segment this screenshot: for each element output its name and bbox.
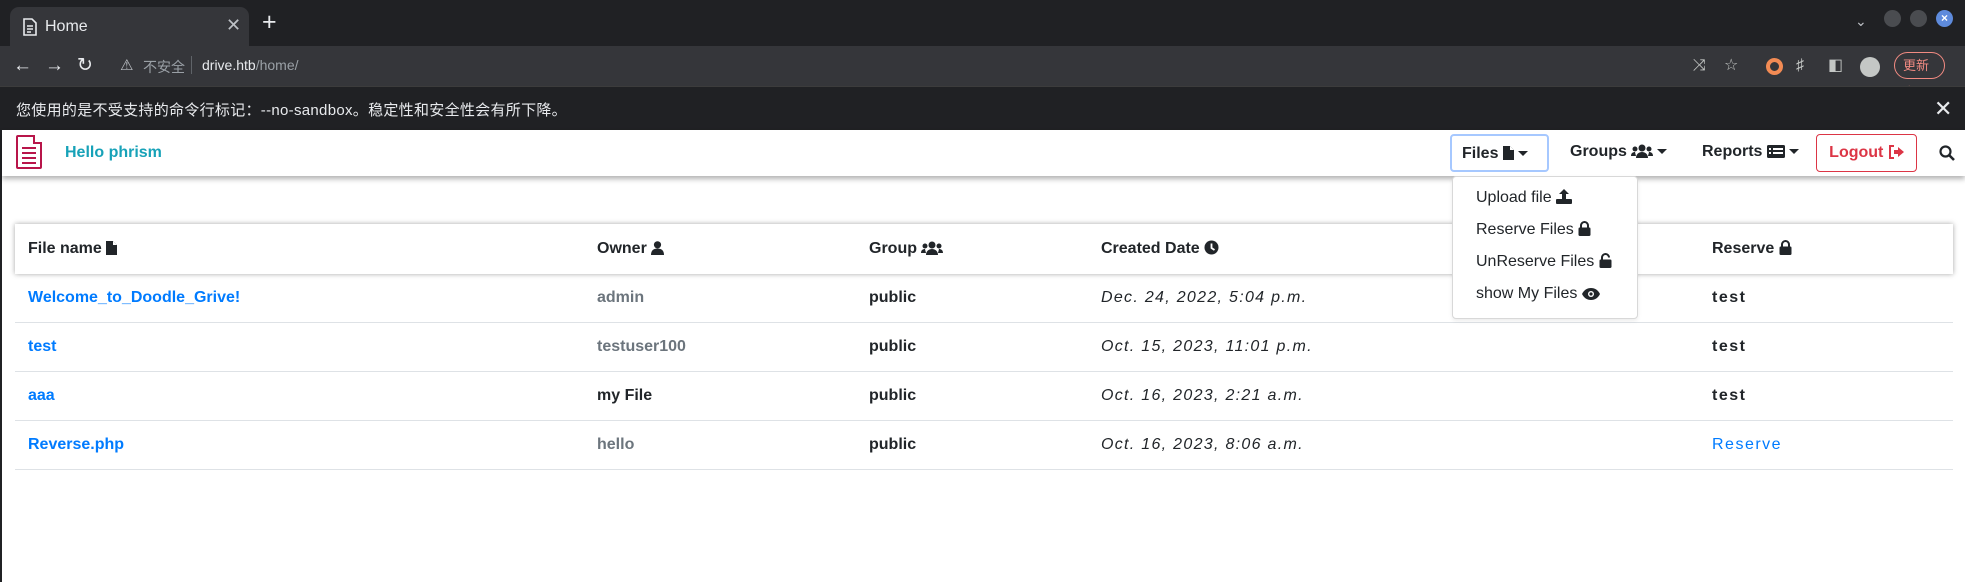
users-icon	[921, 241, 944, 255]
insecure-label[interactable]: 不安全	[143, 57, 185, 77]
created-date-cell: Oct. 16, 2023, 8:06 a.m.	[1101, 436, 1304, 453]
browser-toolbar: ← → ↻ ⚠ 不安全 drive.htb/home/ ⤨ ☆ ♯ ◧ 更新 ⋮	[0, 46, 1965, 98]
table-row: test testuser100 public Oct. 15, 2023, 1…	[15, 323, 1953, 372]
maximize-button[interactable]	[1910, 10, 1927, 27]
owner-cell: admin	[597, 289, 645, 306]
unlock-icon	[1599, 253, 1612, 268]
side-panel-icon[interactable]: ◧	[1828, 56, 1843, 76]
url-host: drive.htb	[202, 57, 256, 73]
reserve-cell: test	[1712, 338, 1747, 355]
document-icon	[23, 18, 37, 36]
menu-item-unreserve-files[interactable]: UnReserve Files	[1476, 253, 1612, 271]
reserve-cell: test	[1712, 289, 1747, 306]
infobar-message: 您使用的是不受支持的命令行标记：--no-sandbox。稳定性和安全性会有所下…	[16, 102, 567, 119]
url-path: /home/	[255, 57, 299, 73]
header-created-date: Created Date	[1101, 240, 1219, 258]
menu-item-show-my-files[interactable]: show My Files	[1476, 285, 1600, 303]
update-button[interactable]: 更新 ⋮	[1894, 52, 1945, 98]
site-navbar: Hello phrism Files Groups Reports Logout	[2, 130, 1965, 176]
file-icon	[106, 241, 118, 255]
brand-greeting[interactable]: Hello phrism	[65, 144, 162, 162]
table-row: aaa my File public Oct. 16, 2023, 2:21 a…	[15, 372, 1953, 421]
users-icon	[1631, 144, 1654, 158]
owner-cell: hello	[597, 436, 635, 453]
tab-search-icon[interactable]: ⌄	[1855, 13, 1867, 30]
extension-icon[interactable]	[1766, 58, 1783, 75]
upload-icon	[1556, 189, 1573, 204]
logout-label: Logout	[1829, 144, 1884, 161]
puzzle-icon[interactable]: ♯	[1796, 56, 1804, 76]
file-link[interactable]: test	[28, 338, 56, 356]
files-dropdown-menu: Upload file Reserve Files UnReserve File…	[1452, 176, 1638, 319]
reports-label: Reports	[1702, 143, 1763, 160]
minimize-button[interactable]	[1884, 10, 1901, 27]
reserve-cell: test	[1712, 387, 1747, 404]
group-cell: public	[869, 436, 917, 453]
page-edge	[0, 130, 2, 582]
file-link[interactable]: aaa	[28, 387, 55, 405]
header-owner: Owner	[597, 240, 665, 258]
files-label: Files	[1462, 145, 1499, 162]
files-dropdown-toggle[interactable]: Files	[1450, 134, 1549, 172]
chevron-down-icon	[1657, 149, 1668, 155]
created-date-cell: Oct. 15, 2023, 11:01 p.m.	[1101, 338, 1313, 355]
update-label: 更新	[1903, 58, 1930, 73]
profile-avatar[interactable]	[1860, 57, 1880, 77]
reload-icon[interactable]: ↻	[77, 55, 93, 77]
created-date-cell: Dec. 24, 2022, 5:04 p.m.	[1101, 289, 1308, 306]
lock-icon	[1779, 240, 1792, 255]
reserve-link[interactable]: Reserve	[1712, 436, 1782, 454]
menu-item-reserve-files[interactable]: Reserve Files	[1476, 221, 1591, 239]
owner-cell: my File	[597, 387, 653, 404]
group-cell: public	[869, 387, 917, 404]
file-icon	[1502, 146, 1514, 160]
tab-title: Home	[45, 18, 88, 35]
address-bar[interactable]: drive.htb/home/	[202, 57, 299, 73]
group-cell: public	[869, 289, 917, 306]
logout-button[interactable]: Logout	[1816, 134, 1917, 172]
search-icon[interactable]	[1939, 143, 1955, 164]
user-icon	[651, 241, 665, 255]
reports-dropdown-toggle[interactable]: Reports	[1692, 134, 1809, 172]
header-file-name: File name	[28, 240, 118, 258]
header-group: Group	[869, 240, 944, 258]
browser-tab-strip: Home ✕ + ⌄ ×	[0, 0, 1965, 46]
clock-icon	[1204, 240, 1219, 255]
header-reserve: Reserve	[1712, 240, 1792, 258]
created-date-cell: Oct. 16, 2023, 2:21 a.m.	[1101, 387, 1304, 404]
menu-item-upload-file[interactable]: Upload file	[1476, 189, 1573, 207]
table-row: Welcome_to_Doodle_Grive! admin public De…	[15, 274, 1953, 323]
tab-close-icon[interactable]: ✕	[226, 15, 241, 36]
lock-icon	[1578, 221, 1591, 236]
groups-label: Groups	[1570, 143, 1627, 160]
share-icon[interactable]: ⤨	[1693, 56, 1706, 76]
bookmark-star-icon[interactable]: ☆	[1724, 56, 1738, 76]
file-link[interactable]: Welcome_to_Doodle_Grive!	[28, 289, 240, 307]
table-header: File name Owner Group Created Date Reser…	[15, 224, 1953, 274]
list-alt-icon	[1766, 145, 1785, 158]
table-row: Reverse.php hello public Oct. 16, 2023, …	[15, 421, 1953, 470]
groups-dropdown-toggle[interactable]: Groups	[1560, 134, 1677, 172]
eye-icon	[1581, 288, 1600, 300]
owner-cell: testuser100	[597, 338, 686, 355]
browser-tab[interactable]: Home ✕	[10, 7, 249, 46]
window-close-button[interactable]: ×	[1936, 10, 1953, 27]
warning-icon[interactable]: ⚠	[120, 56, 133, 74]
file-link[interactable]: Reverse.php	[28, 436, 124, 454]
url-separator	[191, 56, 192, 74]
forward-icon[interactable]: →	[45, 55, 64, 77]
logo-icon[interactable]	[16, 135, 42, 169]
chevron-down-icon	[1788, 149, 1799, 155]
group-cell: public	[869, 338, 917, 355]
sign-out-icon	[1888, 145, 1904, 159]
infobar-close-icon[interactable]: ✕	[1934, 96, 1952, 122]
new-tab-button[interactable]: +	[262, 9, 277, 35]
chevron-down-icon	[1517, 151, 1528, 157]
back-icon[interactable]: ←	[13, 55, 32, 77]
sandbox-infobar: 您使用的是不受支持的命令行标记：--no-sandbox。稳定性和安全性会有所下…	[0, 86, 1965, 130]
